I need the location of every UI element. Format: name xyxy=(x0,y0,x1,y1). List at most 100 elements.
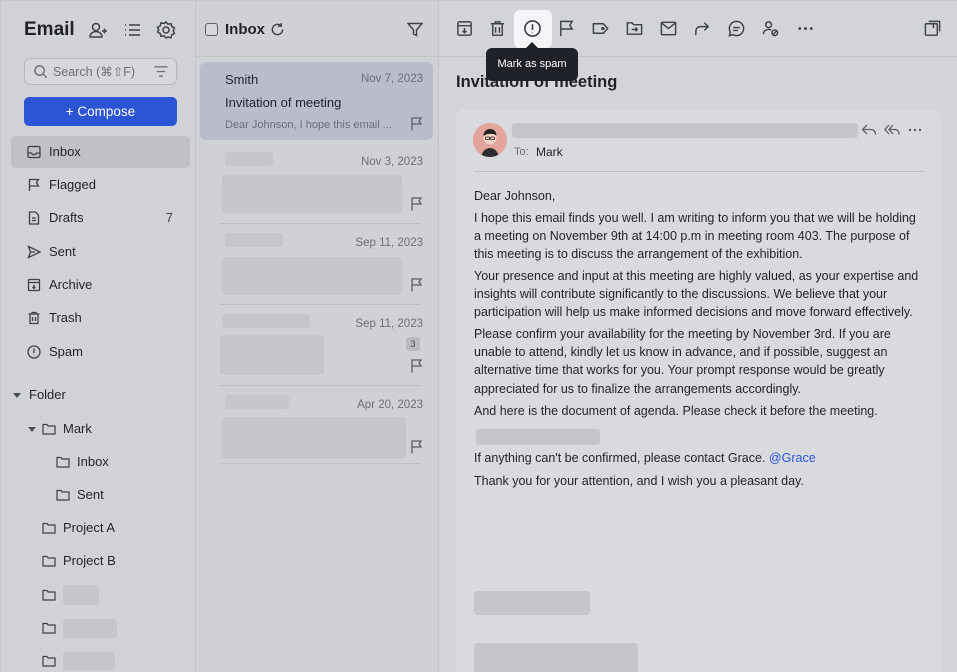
folder-label: Mark xyxy=(63,421,92,436)
flag-icon[interactable] xyxy=(410,278,423,292)
drafts-count: 7 xyxy=(165,210,173,225)
nav-label: Archive xyxy=(49,277,93,292)
avatar-image xyxy=(473,123,507,157)
folder-icon xyxy=(42,423,56,435)
move-to-folder-button[interactable] xyxy=(625,19,644,38)
flag-button[interactable] xyxy=(557,19,576,38)
sidebar: Email + Compose Inbox Flagged Drafts 7 S… xyxy=(1,1,196,672)
nav-item-archive[interactable]: Archive xyxy=(11,269,190,301)
nav-item-spam[interactable]: Spam xyxy=(11,336,190,368)
flag-icon[interactable] xyxy=(410,117,423,131)
mail-list-item[interactable]: Nov 3, 2023 xyxy=(200,145,433,225)
search-filter-icon[interactable] xyxy=(153,64,169,79)
redacted-preview xyxy=(222,175,402,213)
open-in-new-window-button[interactable] xyxy=(923,19,942,38)
folder-item-redacted[interactable] xyxy=(42,585,182,606)
nav-item-inbox[interactable]: Inbox xyxy=(11,136,190,168)
mention-link[interactable]: @Grace xyxy=(769,451,816,465)
folder-label: Project A xyxy=(63,520,116,535)
flag-icon xyxy=(28,178,40,191)
folder-icon xyxy=(56,456,70,468)
nav-item-drafts[interactable]: Drafts 7 xyxy=(11,202,190,234)
reply-all-icon[interactable] xyxy=(884,123,900,137)
redacted-sender xyxy=(222,314,310,328)
email-app: Email + Compose Inbox Flagged Drafts 7 S… xyxy=(0,0,957,672)
redacted-signature-image xyxy=(474,643,638,672)
refresh-icon[interactable] xyxy=(270,22,285,37)
mark-unread-button[interactable] xyxy=(659,19,678,38)
nav-item-flagged[interactable]: Flagged xyxy=(11,169,190,201)
compose-button[interactable]: + Compose xyxy=(24,97,177,126)
select-all-checkbox[interactable] xyxy=(205,23,218,36)
chat-icon xyxy=(728,20,745,37)
folder-header-label: Folder xyxy=(29,387,66,402)
folder-item-mark-sent[interactable]: Sent xyxy=(56,486,176,506)
caret-down-icon[interactable] xyxy=(28,427,36,432)
redacted-sender xyxy=(225,152,273,166)
mail-list-item[interactable]: Smith Nov 7, 2023 Invitation of meeting … xyxy=(200,62,433,140)
header-divider xyxy=(474,171,924,172)
contacts-icon[interactable] xyxy=(87,19,109,41)
body-paragraph: I hope this email finds you well. I am w… xyxy=(474,211,916,262)
mail-date: Sep 11, 2023 xyxy=(355,318,423,330)
folder-item-project-b[interactable]: Project B xyxy=(42,552,182,572)
filter-icon[interactable] xyxy=(407,22,423,37)
nav-item-trash[interactable]: Trash xyxy=(11,302,190,334)
to-recipient[interactable]: Mark xyxy=(536,145,563,159)
folder-item-redacted[interactable] xyxy=(42,652,182,672)
folder-label: Sent xyxy=(77,487,104,502)
redacted-sender xyxy=(225,233,283,247)
mail-list-item[interactable]: Apr 20, 2023 xyxy=(200,388,433,464)
redacted-sender-name xyxy=(512,123,858,138)
list-icon[interactable] xyxy=(121,19,143,41)
send-icon xyxy=(27,245,41,259)
reply-icon[interactable] xyxy=(861,123,877,137)
block-sender-button[interactable] xyxy=(761,19,780,38)
redacted-label xyxy=(63,585,99,605)
forward-button[interactable] xyxy=(693,19,712,38)
nav-item-sent[interactable]: Sent xyxy=(11,236,190,268)
archive-icon xyxy=(457,21,472,36)
new-window-icon xyxy=(924,20,941,36)
list-divider xyxy=(220,304,420,305)
redacted-attachment[interactable] xyxy=(476,429,600,445)
search-box[interactable] xyxy=(24,58,177,85)
avatar[interactable] xyxy=(473,123,507,157)
delete-button[interactable] xyxy=(488,19,507,38)
flag-icon[interactable] xyxy=(410,359,423,373)
mail-list-item[interactable]: Sep 11, 2023 3 xyxy=(200,307,433,387)
label-button[interactable] xyxy=(591,19,610,38)
redacted-preview xyxy=(222,417,406,459)
more-actions-button[interactable] xyxy=(796,19,815,38)
folder-item-redacted[interactable] xyxy=(42,619,182,639)
body-paragraph: If anything can't be confirmed, please c… xyxy=(474,449,926,467)
chat-button[interactable] xyxy=(727,19,746,38)
mail-list-item[interactable]: Sep 11, 2023 xyxy=(200,226,433,306)
folder-item-mark[interactable]: Mark xyxy=(28,420,188,440)
move-folder-icon xyxy=(626,22,643,35)
mail-date: Apr 20, 2023 xyxy=(357,399,423,411)
nav-label: Inbox xyxy=(49,144,81,159)
folder-label: Project B xyxy=(63,553,116,568)
folder-label: Inbox xyxy=(77,454,109,469)
body-paragraph: Please confirm your availability for the… xyxy=(474,327,891,396)
redacted-label xyxy=(63,652,115,670)
flag-icon[interactable] xyxy=(410,440,423,454)
tag-icon xyxy=(592,23,609,34)
spam-icon xyxy=(524,20,541,37)
settings-icon[interactable] xyxy=(155,19,177,41)
list-title: Inbox xyxy=(225,21,265,38)
trash-icon xyxy=(28,311,40,325)
flag-icon xyxy=(560,20,574,37)
caret-down-icon xyxy=(13,393,21,398)
folder-icon xyxy=(56,489,70,501)
folder-item-mark-inbox[interactable]: Inbox xyxy=(56,453,176,473)
nav-label: Sent xyxy=(49,244,76,259)
mail-sender: Smith xyxy=(225,72,259,87)
mark-as-spam-button[interactable] xyxy=(523,19,542,38)
search-input[interactable] xyxy=(53,62,151,81)
archive-button[interactable] xyxy=(455,19,474,38)
flag-icon[interactable] xyxy=(410,197,423,211)
folder-item-project-a[interactable]: Project A xyxy=(42,519,182,539)
more-icon[interactable] xyxy=(907,123,923,137)
